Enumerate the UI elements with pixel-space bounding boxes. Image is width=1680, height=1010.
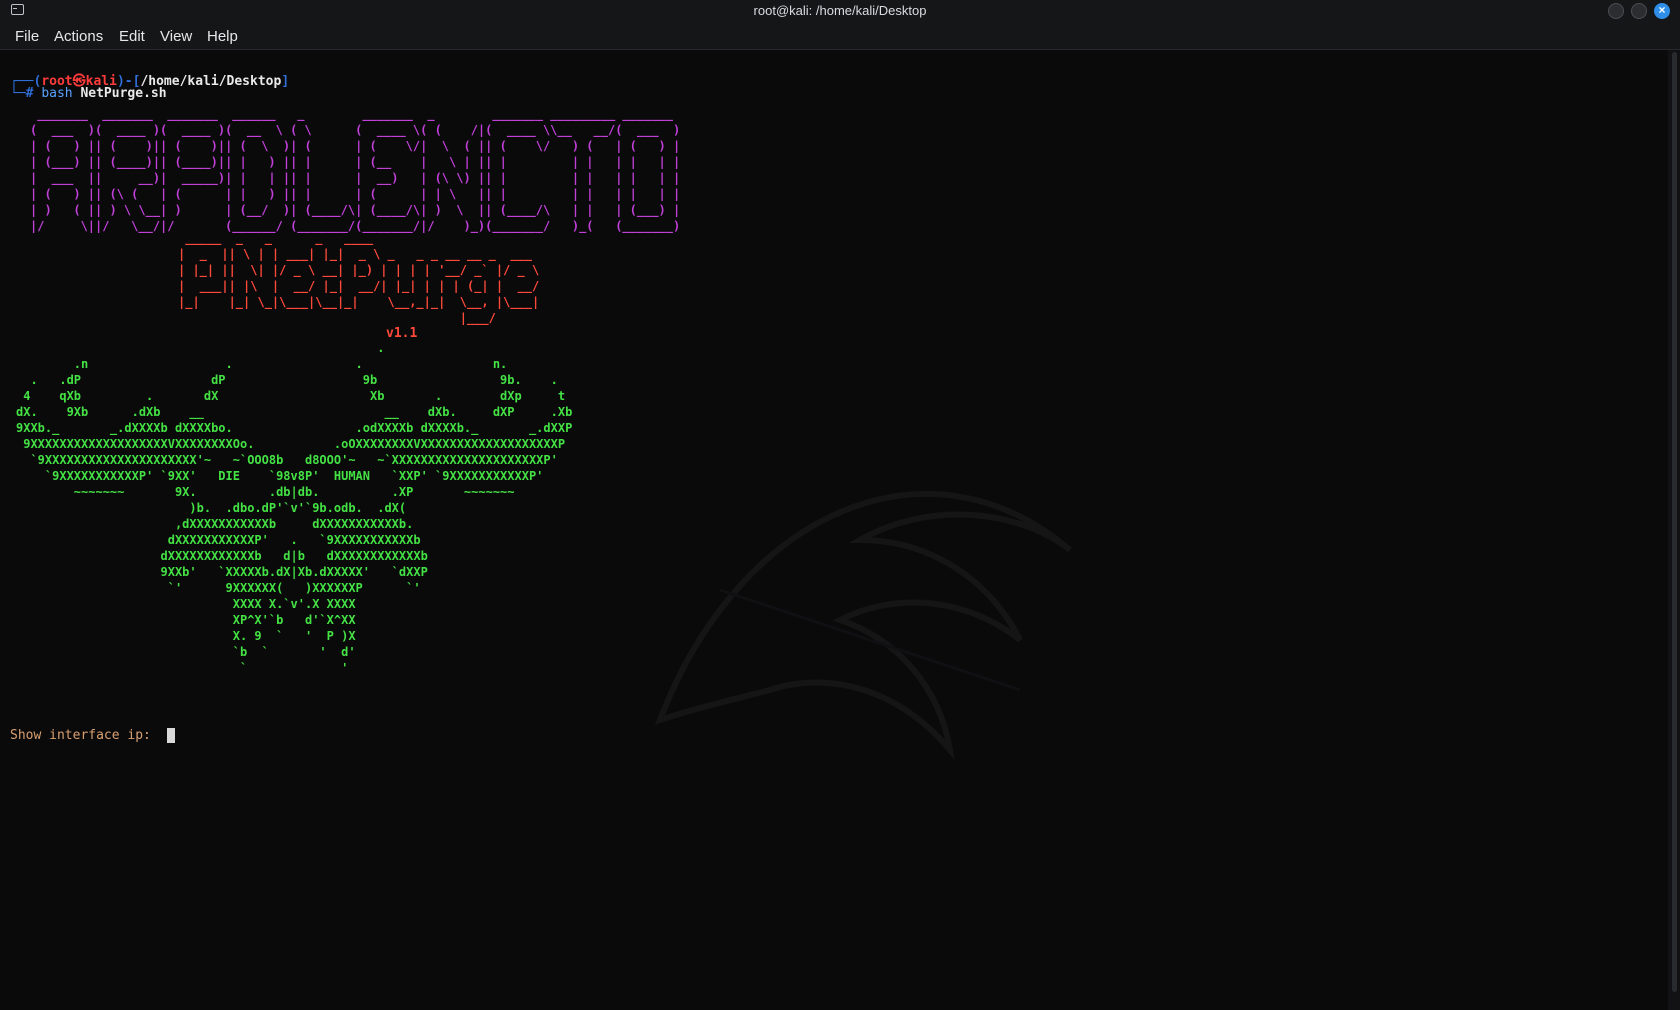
window-titlebar[interactable]: root@kali: /home/kali/Desktop × xyxy=(0,0,1680,23)
prompt-close: ] xyxy=(281,74,290,89)
kali-dragon-background-icon xyxy=(654,490,1072,761)
maximize-button[interactable] xyxy=(1631,3,1647,19)
prompt-command-line: └─# bash NetPurge.sh xyxy=(10,86,167,101)
version-label: v1.1 xyxy=(386,326,418,341)
menu-file[interactable]: File xyxy=(15,28,39,45)
menu-view[interactable]: View xyxy=(160,28,192,45)
menu-help[interactable]: Help xyxy=(207,28,238,45)
scrollbar-thumb[interactable] xyxy=(1672,52,1677,992)
interface-ip-prompt[interactable]: Show interface ip: xyxy=(10,728,175,743)
skull-ascii-art: . .n . . n. . .dP dP 9b 9b. . 4 qXb . dX… xyxy=(16,341,573,675)
menu-edit[interactable]: Edit xyxy=(119,28,145,45)
input-label: Show interface ip: xyxy=(10,728,159,743)
close-button[interactable]: × xyxy=(1654,3,1670,19)
netpurge-banner-art: _____ _ _ _ ____ | _ || \ | | ___| |_| _… xyxy=(178,231,540,325)
command-argument: NetPurge.sh xyxy=(72,86,167,101)
minimize-button[interactable] xyxy=(1608,3,1624,19)
command-name: bash xyxy=(41,86,73,101)
text-cursor xyxy=(166,728,175,743)
terminal-output[interactable]: ┌──(root㉿kali)-[/home/kali/Desktop] └─# … xyxy=(0,50,1668,1010)
tool-banner-art: _______ _______ _______ ______ _ _______… xyxy=(30,107,681,233)
menu-bar: File Actions Edit View Help xyxy=(0,22,1680,50)
menu-actions[interactable]: Actions xyxy=(54,28,103,45)
close-icon: × xyxy=(1658,3,1666,17)
prompt-hash: └─# xyxy=(10,86,42,101)
window-title: root@kali: /home/kali/Desktop xyxy=(753,3,927,18)
